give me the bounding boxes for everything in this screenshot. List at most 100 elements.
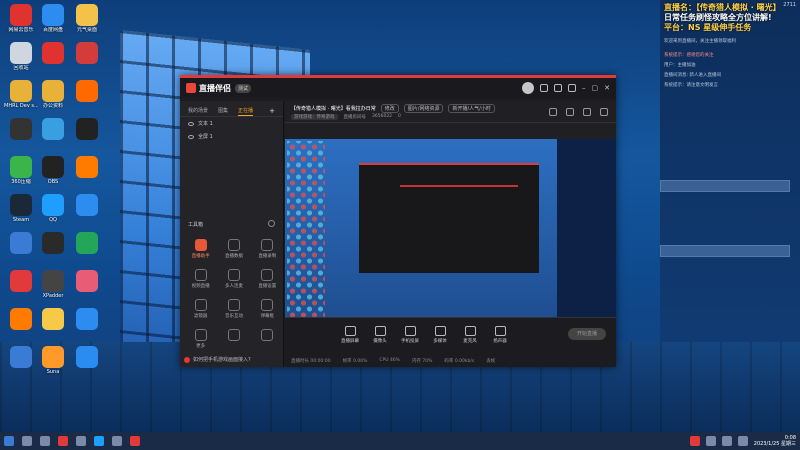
scene-item[interactable]: 全屏 1	[180, 130, 283, 143]
tab-gallery[interactable]: 图集	[218, 107, 228, 116]
desktop-icon[interactable]: OBS	[36, 156, 70, 185]
desktop-icon[interactable]: 360压缩	[4, 156, 38, 185]
control-speaker[interactable]: 扬声器	[485, 326, 515, 344]
tool-item[interactable]: 多人连麦	[217, 269, 250, 289]
desktop-icon[interactable]	[36, 232, 70, 255]
help-icon[interactable]	[568, 84, 576, 92]
desktop-icon[interactable]	[4, 232, 38, 255]
desktop-icon-label: Suna	[46, 369, 60, 375]
tab-my-scenes[interactable]: 我的场景	[188, 107, 208, 116]
taskbar-app-icon[interactable]	[94, 436, 104, 446]
desktop-icon[interactable]	[70, 156, 104, 179]
taskbar-app-icon[interactable]	[40, 436, 50, 446]
desktop-icon-label: XPadder	[42, 293, 64, 299]
taskbar-app-icon[interactable]	[22, 436, 32, 446]
desktop-icon[interactable]: MHRL Dev s...	[4, 80, 38, 109]
shop-icon[interactable]	[549, 108, 557, 116]
tray-icon[interactable]	[689, 436, 700, 446]
desktop-icon[interactable]: Steam	[4, 194, 38, 223]
live-preview[interactable]	[285, 139, 616, 342]
desktop-icon[interactable]	[4, 308, 38, 331]
desktop-icon[interactable]	[36, 42, 70, 65]
eye-icon[interactable]	[188, 134, 194, 139]
edit-title-button[interactable]: 修改	[380, 103, 399, 113]
desktop-icon[interactable]	[70, 80, 104, 103]
category-tag[interactable]: 游戏游戏：传奇游戏	[291, 114, 338, 120]
desktop-icon[interactable]: 百度网盘	[36, 4, 70, 33]
tool-item[interactable]: 直播录制	[251, 239, 284, 259]
desktop-icon[interactable]	[36, 118, 70, 141]
source-chip[interactable]: 图片/网络资源	[403, 103, 444, 113]
app-icon	[10, 4, 32, 26]
gift-icon[interactable]	[566, 108, 574, 116]
desktop-icon[interactable]	[4, 270, 38, 293]
close-icon[interactable]: ✕	[604, 84, 610, 92]
control-microphone[interactable]: 麦克风	[455, 326, 485, 344]
desktop-icon[interactable]	[70, 308, 104, 331]
tool-label: 更多	[196, 344, 206, 349]
tool-item[interactable]: 直播设置	[251, 269, 284, 289]
desktop-icon[interactable]	[70, 232, 104, 255]
desktop-icon[interactable]	[70, 346, 104, 369]
tool-item[interactable]: 音乐互动	[217, 299, 250, 319]
control-camera[interactable]: 摄像头	[365, 326, 395, 344]
desktop-icon[interactable]	[70, 270, 104, 293]
taskbar-app-icon[interactable]	[130, 436, 140, 446]
notification-icon[interactable]	[583, 108, 591, 116]
taskbar-app-icon[interactable]	[58, 436, 68, 446]
taskbar-app-icon[interactable]	[112, 436, 122, 446]
control-media[interactable]: 多媒体	[425, 326, 455, 344]
tool-item[interactable]: 弹幕框	[251, 299, 284, 319]
tray-icon[interactable]	[705, 436, 716, 446]
help-tip[interactable]: 如何把手机游戏画面接入?	[184, 356, 251, 363]
desktop-icon[interactable]	[4, 118, 38, 141]
tool-item[interactable]: 更多	[184, 329, 217, 349]
user-avatar[interactable]	[522, 82, 534, 94]
desktop-icon[interactable]: 网易云音乐	[4, 4, 38, 33]
start-menu-icon[interactable]	[4, 436, 14, 446]
tool-item[interactable]: 滤镜器	[184, 299, 217, 319]
eye-icon[interactable]	[188, 121, 194, 126]
app-name: 直播伴侣	[199, 83, 231, 93]
add-source-button[interactable]: +	[269, 107, 275, 116]
start-live-button[interactable]: 开始直播	[568, 328, 606, 340]
control-screen[interactable]: 直播屏幕	[335, 326, 365, 344]
desktop-icon[interactable]	[36, 308, 70, 331]
app-icon	[10, 194, 32, 216]
desktop-icon[interactable]	[70, 42, 104, 65]
tool-item[interactable]: 直播数据	[217, 239, 250, 259]
taskbar-app-icon[interactable]	[76, 436, 86, 446]
maximize-icon[interactable]: ▢	[592, 84, 599, 92]
settings-icon[interactable]	[600, 108, 608, 116]
network-icon[interactable]	[737, 436, 748, 446]
desktop-icon-label: 百度网盘	[42, 27, 63, 33]
tool-icon	[261, 269, 274, 281]
tip-icon	[184, 356, 190, 363]
desktop-icon[interactable]	[4, 346, 38, 369]
desktop-icon[interactable]: 元气桌面	[70, 4, 104, 33]
more-options-icon[interactable]	[268, 220, 275, 227]
desktop-icon[interactable]: QQ	[36, 194, 70, 223]
desktop-icon[interactable]	[70, 118, 104, 141]
settings-icon[interactable]	[554, 84, 562, 92]
volume-icon[interactable]	[721, 436, 732, 446]
scene-item[interactable]: 文本 1	[180, 117, 283, 130]
popularity-chip[interactable]: 新开播/人气/小时	[448, 103, 495, 113]
app-icon	[10, 232, 32, 254]
status-item: 帧率 0.00%	[342, 359, 368, 364]
message-icon[interactable]	[540, 84, 548, 92]
desktop-icon[interactable]: Suna	[36, 346, 70, 375]
tab-live[interactable]: 正在播	[238, 107, 254, 116]
desktop-icon[interactable]	[70, 194, 104, 217]
tool-item[interactable]: 直播助手	[184, 239, 217, 259]
tool-item[interactable]	[251, 329, 284, 349]
scene-panel: 我的场景 图集 正在播 + 文本 1 全屏 1 工具箱 直播助手 直播数据 直播录制…	[180, 101, 284, 367]
desktop-icon[interactable]: XPadder	[36, 270, 70, 299]
tool-item[interactable]	[217, 329, 250, 349]
desktop-icon[interactable]: 办公资料	[36, 80, 70, 109]
control-phone-cast[interactable]: 手机投屏	[395, 326, 425, 344]
desktop-icon[interactable]: 回收站	[4, 42, 38, 71]
system-clock[interactable]: 0:08 2023/1/25 星期三	[754, 435, 796, 447]
minimize-icon[interactable]: –	[582, 84, 586, 92]
tool-item[interactable]: 视频直播	[184, 269, 217, 289]
